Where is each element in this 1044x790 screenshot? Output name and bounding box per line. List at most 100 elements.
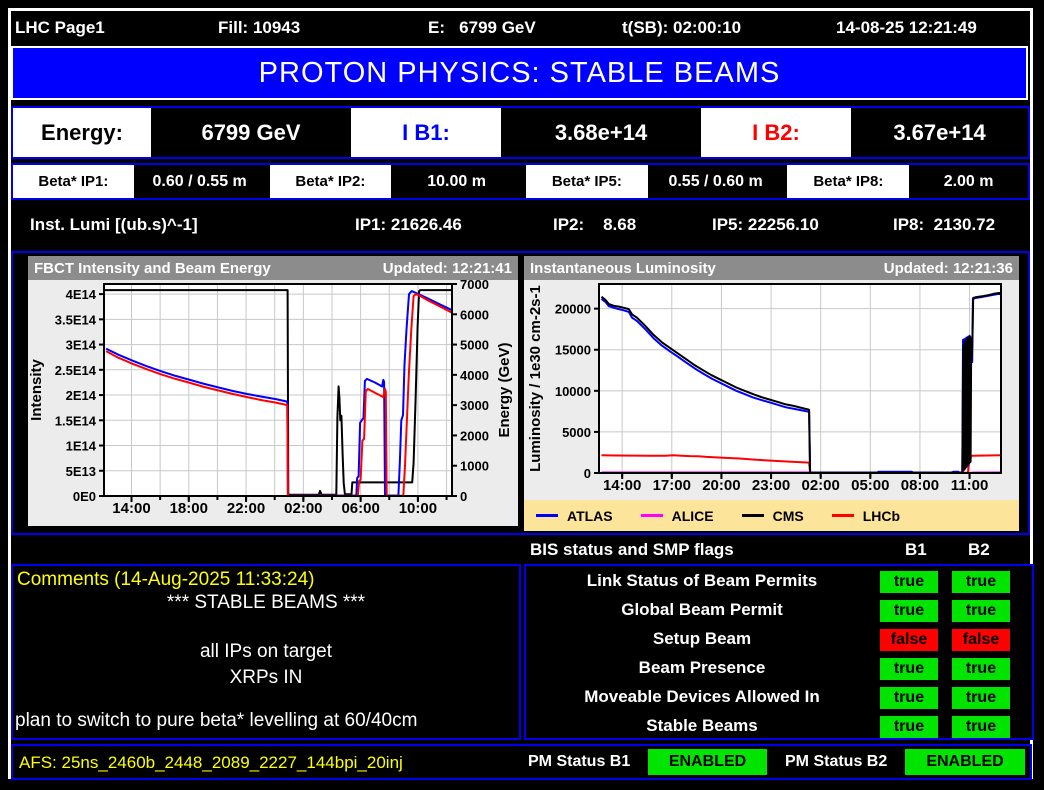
svg-text:11:00: 11:00 <box>951 477 989 494</box>
lumi-label: Inst. Lumi [(ub.s)^-1] <box>30 215 198 235</box>
svg-text:05:00: 05:00 <box>851 477 889 494</box>
legend-color-sample <box>536 514 558 517</box>
bis-row-label: Global Beam Permit <box>526 600 878 620</box>
pm-status-b2-value: ENABLED <box>905 749 1025 775</box>
svg-text:0E0: 0E0 <box>73 489 96 504</box>
svg-text:6000: 6000 <box>460 307 489 322</box>
beta-ip2-label: Beta* IP2: <box>270 165 392 198</box>
legend-color-sample <box>641 514 663 517</box>
svg-text:17:00: 17:00 <box>653 477 691 494</box>
pm-status-b1-value: ENABLED <box>648 749 767 775</box>
lumi-ip8: IP8: 2130.72 <box>893 215 995 235</box>
svg-text:23:00: 23:00 <box>752 477 790 494</box>
svg-text:3.5E14: 3.5E14 <box>55 312 97 327</box>
fbct-chart-panel: FBCT Intensity and Beam Energy Updated: … <box>28 256 518 526</box>
bis-flag-b2: false <box>952 629 1010 651</box>
comments-header: Comments (14-Aug-2025 11:33:24) <box>17 569 314 591</box>
fill-number: Fill: 10943 <box>218 18 300 38</box>
beta-ip2-value: 10.00 m <box>391 165 522 198</box>
energy-label: Energy: <box>13 108 151 157</box>
bis-row: Link Status of Beam Permits true true <box>526 568 1032 596</box>
bis-row-label: Beam Presence <box>526 658 878 678</box>
beta-ip5-label: Beta* IP5: <box>526 165 648 198</box>
afs-scheme: AFS: 25ns_2460b_2448_2089_2227_144bpi_20… <box>19 753 403 773</box>
app-title: LHC Page1 <box>15 18 105 38</box>
bis-row-label: Setup Beam <box>526 629 878 649</box>
beta-ip5-value: 0.55 / 0.60 m <box>648 165 784 198</box>
top-header-bar: LHC Page1 Fill: 10943 E: 6799 GeV t(SB):… <box>11 11 1030 45</box>
beam-energy: E: 6799 GeV <box>428 18 536 38</box>
intensity-b2-value: 3.67e+14 <box>851 108 1028 157</box>
legend-label: CMS <box>773 508 804 524</box>
pm-status-b1-label: PM Status B1 <box>528 753 630 771</box>
svg-text:4E14: 4E14 <box>66 287 97 302</box>
beta-ip8-value: 2.00 m <box>909 165 1028 198</box>
svg-text:Luminosity / 1e30 cm-2s-1: Luminosity / 1e30 cm-2s-1 <box>527 285 544 472</box>
pm-status-b2-label: PM Status B2 <box>785 753 887 771</box>
bis-flag-b1: true <box>880 600 938 622</box>
lumi-chart-panel: Instantaneous Luminosity Updated: 12:21:… <box>524 256 1019 526</box>
svg-text:4000: 4000 <box>460 368 489 383</box>
comment-line: plan to switch to pure beta* levelling a… <box>13 710 521 732</box>
beta-ip1-label: Beta* IP1: <box>13 165 134 198</box>
lumi-chart-header: Instantaneous Luminosity Updated: 12:21:… <box>524 256 1019 280</box>
energy-value: 6799 GeV <box>151 108 351 157</box>
lumi-chart-svg: 14:0017:0020:0023:0002:0005:0008:0011:00… <box>524 280 1019 495</box>
lumi-chart-updated: Updated: 12:21:36 <box>884 260 1013 277</box>
svg-text:2E14: 2E14 <box>66 388 97 403</box>
legend-item-alice: ALICE <box>641 508 714 524</box>
fbct-chart-svg: 14:0018:0022:0002:0006:0010:000E05E131E1… <box>28 280 518 526</box>
bis-flag-b2: true <box>952 687 1010 709</box>
bis-row: Setup Beam false false <box>526 626 1032 654</box>
svg-text:22:00: 22:00 <box>227 500 265 517</box>
bis-row: Global Beam Permit true true <box>526 597 1032 625</box>
beta-ip8-label: Beta* IP8: <box>787 165 909 198</box>
bis-row: Beam Presence true true <box>526 655 1032 683</box>
comment-line: *** STABLE BEAMS *** <box>13 592 519 614</box>
lumi-ip1: IP1: 21626.46 <box>355 215 462 235</box>
svg-text:Energy (GeV): Energy (GeV) <box>496 342 513 437</box>
svg-text:2.5E14: 2.5E14 <box>55 363 97 378</box>
intensity-b1-label: I B1: <box>351 108 501 157</box>
legend-color-sample <box>832 514 854 517</box>
comment-line: all IPs on target <box>13 641 519 663</box>
svg-text:14:00: 14:00 <box>112 500 150 517</box>
energy-intensity-row: Energy: 6799 GeV I B1: 3.68e+14 I B2: 3.… <box>11 106 1030 159</box>
bis-flag-b2: true <box>952 571 1010 593</box>
beta-ip1-value: 0.60 / 0.55 m <box>134 165 266 198</box>
fbct-chart-updated: Updated: 12:21:41 <box>383 260 512 277</box>
lumi-chart-legend: ATLASALICECMSLHCb <box>524 500 1019 531</box>
intensity-b2-label: I B2: <box>701 108 851 157</box>
svg-text:2000: 2000 <box>460 428 489 443</box>
bis-row: Stable Beams true true <box>526 713 1032 741</box>
bis-flag-b2: true <box>952 600 1010 622</box>
svg-text:20000: 20000 <box>555 302 591 317</box>
svg-text:10:00: 10:00 <box>399 500 437 517</box>
intensity-b1-value: 3.68e+14 <box>501 108 701 157</box>
svg-text:1000: 1000 <box>460 459 489 474</box>
bis-flag-b2: true <box>952 658 1010 680</box>
lumi-ip2: IP2: 8.68 <box>553 215 636 235</box>
svg-text:3E14: 3E14 <box>66 338 97 353</box>
fbct-chart-title: FBCT Intensity and Beam Energy <box>34 260 271 277</box>
comments-box: Comments (14-Aug-2025 11:33:24) *** STAB… <box>11 564 521 740</box>
bis-row: Moveable Devices Allowed In true true <box>526 684 1032 712</box>
svg-text:08:00: 08:00 <box>901 477 939 494</box>
comment-line: XRPs IN <box>13 667 519 689</box>
legend-label: ALICE <box>672 508 714 524</box>
bis-row-label: Moveable Devices Allowed In <box>526 687 878 707</box>
svg-text:1.5E14: 1.5E14 <box>55 413 97 428</box>
datetime: 14-08-25 12:21:49 <box>836 18 977 38</box>
svg-text:18:00: 18:00 <box>170 500 208 517</box>
charts-container: FBCT Intensity and Beam Energy Updated: … <box>11 251 1030 535</box>
bis-flag-b1: true <box>880 687 938 709</box>
bis-flag-b1: true <box>880 658 938 680</box>
svg-text:0: 0 <box>584 466 591 481</box>
svg-text:06:00: 06:00 <box>341 500 379 517</box>
svg-text:0: 0 <box>460 489 467 504</box>
lumi-chart-title: Instantaneous Luminosity <box>530 260 716 277</box>
legend-item-cms: CMS <box>742 508 804 524</box>
beta-star-row: Beta* IP1: 0.60 / 0.55 m Beta* IP2: 10.0… <box>11 163 1030 200</box>
bis-flag-b1: true <box>880 571 938 593</box>
svg-text:02:00: 02:00 <box>284 500 322 517</box>
